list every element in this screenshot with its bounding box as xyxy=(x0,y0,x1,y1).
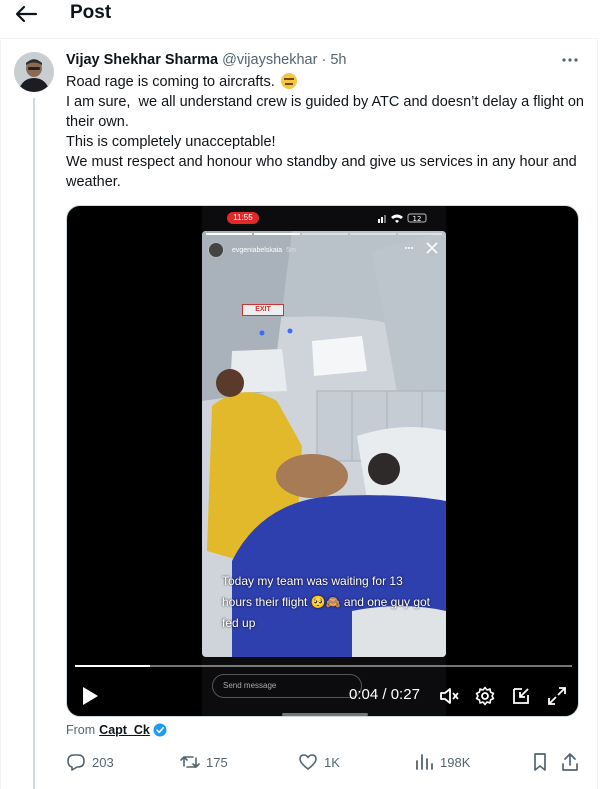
video-progress-bar[interactable] xyxy=(75,665,572,667)
mute-icon[interactable] xyxy=(439,686,459,706)
post-text-line: Road rage is coming to aircrafts. xyxy=(66,72,586,92)
repost-icon xyxy=(180,756,200,768)
views-chart-icon xyxy=(416,754,433,770)
duration: 0:27 xyxy=(390,686,420,703)
post-text-line-1: Road rage is coming to aircrafts. xyxy=(66,74,279,90)
settings-gear-icon[interactable] xyxy=(475,686,495,706)
home-indicator xyxy=(282,713,368,716)
share-button[interactable] xyxy=(560,752,580,772)
repost-count: 175 xyxy=(206,754,228,770)
story-avatar xyxy=(208,242,224,258)
time-separator: / xyxy=(382,686,387,703)
fullscreen-icon[interactable] xyxy=(547,686,567,706)
story-close-icon xyxy=(426,242,438,254)
phone-status-bar: 11:55 12 xyxy=(202,206,446,228)
video-time: 0:04 / 0:27 xyxy=(349,686,420,703)
author-handle[interactable]: @vijayshekhar xyxy=(222,52,317,68)
source-attribution: From Capt_Ck xyxy=(66,723,167,737)
repost-button[interactable]: 175 xyxy=(180,752,228,772)
video-player[interactable]: 11:55 12 evgeniabelskaia 5m EXIT Today m… xyxy=(66,205,579,717)
exit-sign: EXIT xyxy=(242,304,284,316)
story-caption: Today my team was waiting for 13 hours t… xyxy=(222,574,431,630)
like-button[interactable]: 1K xyxy=(298,752,340,772)
status-battery: 12 xyxy=(413,215,422,223)
more-options-icon[interactable] xyxy=(560,52,580,68)
story-username: evgeniabelskaia xyxy=(232,246,283,254)
story-more-icon xyxy=(405,247,413,249)
share-icon xyxy=(562,753,578,771)
expressionless-face-icon xyxy=(280,73,297,89)
post-text: Road rage is coming to aircrafts. I am s… xyxy=(66,72,586,192)
verified-badge-icon xyxy=(153,723,167,737)
divider xyxy=(0,38,598,39)
page-title: Post xyxy=(70,2,112,23)
picture-in-picture-icon[interactable] xyxy=(511,686,531,706)
send-message-field: Send message xyxy=(212,674,362,698)
author-name[interactable]: Vijay Shekhar Sharma xyxy=(66,52,218,68)
post-text-line: This is completely unacceptable! xyxy=(66,134,276,150)
separator-dot: · xyxy=(321,52,327,68)
story-user: evgeniabelskaia 5m xyxy=(208,239,418,261)
phone-screen-recording: 11:55 12 evgeniabelskaia 5m EXIT Today m… xyxy=(202,206,446,716)
action-bar: 203 175 1K 198K xyxy=(66,752,586,774)
back-arrow-icon[interactable] xyxy=(14,4,38,24)
current-time: 0:04 xyxy=(349,686,379,703)
bookmark-icon xyxy=(534,753,546,771)
reply-icon xyxy=(67,754,85,771)
author-avatar[interactable] xyxy=(14,52,54,92)
signal-wifi-battery-icon: 12 xyxy=(378,213,427,223)
video-progress-fill xyxy=(75,665,150,667)
bookmark-button[interactable] xyxy=(530,752,550,772)
heart-icon xyxy=(299,754,317,770)
from-label: From xyxy=(66,723,96,737)
post-time[interactable]: 5h xyxy=(330,52,346,68)
top-bar: Post xyxy=(0,0,606,30)
story-frame: evgeniabelskaia 5m EXIT Today my team wa… xyxy=(202,231,446,657)
story-time: 5m xyxy=(286,246,296,254)
author-line: Vijay Shekhar Sharma @vijayshekhar · 5h xyxy=(66,52,346,68)
view-count: 198K xyxy=(440,754,471,770)
story-progress-bars xyxy=(206,233,442,235)
like-count: 1K xyxy=(324,754,340,770)
post-text-line: We must respect and honour who standby a… xyxy=(66,154,581,190)
reply-button[interactable]: 203 xyxy=(66,752,114,772)
play-icon[interactable] xyxy=(81,686,99,706)
avatar-image xyxy=(14,52,54,92)
thread-line xyxy=(33,98,35,789)
source-account-link[interactable]: Capt_Ck xyxy=(99,723,150,737)
status-time: 11:55 xyxy=(227,212,259,224)
reply-count: 203 xyxy=(92,754,114,770)
views-button[interactable]: 198K xyxy=(414,752,470,772)
post-text-line: I am sure, we all understand crew is gui… xyxy=(66,94,584,130)
